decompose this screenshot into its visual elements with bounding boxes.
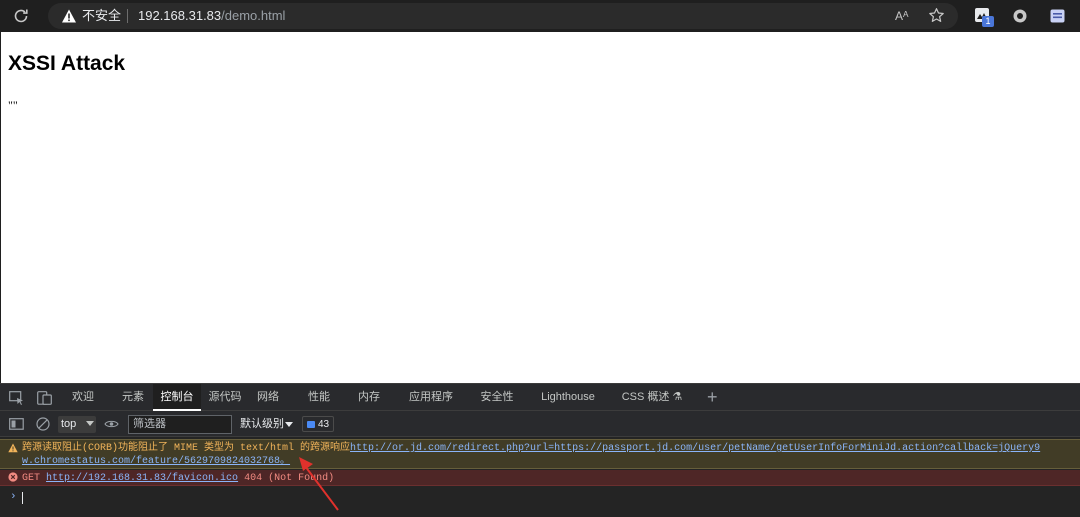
console-input-caret[interactable]	[22, 492, 23, 504]
error-circle-icon	[8, 472, 18, 482]
security-label[interactable]: 不安全	[82, 8, 121, 24]
read-aloud-icon[interactable]: Aᴬ	[895, 8, 908, 24]
clear-console-icon[interactable]	[36, 417, 50, 431]
console-prompt-icon: ›	[10, 491, 17, 503]
chevron-down-icon[interactable]	[285, 422, 293, 427]
warning-url-link[interactable]: http://or.jd.com/redirect.php?url=https:…	[350, 443, 1040, 454]
device-toolbar-icon[interactable]	[37, 391, 52, 405]
log-levels-dropdown[interactable]: 默认级别	[240, 417, 284, 432]
message-count: 43	[318, 419, 330, 430]
not-secure-warning-icon[interactable]	[61, 8, 77, 24]
tab-sources[interactable]: 源代码	[203, 384, 247, 411]
inspect-element-icon[interactable]	[9, 391, 24, 405]
message-icon	[307, 421, 315, 428]
error-method: GET	[22, 473, 41, 484]
devtools-tab-bar: 欢迎 元素 控制台 源代码 网络 性能 内存 应用程序 安全性 Lighthou…	[0, 384, 1080, 411]
warning-triangle-icon	[8, 443, 18, 453]
context-dropdown-arrow-icon[interactable]	[86, 421, 94, 426]
warning-line: 跨源读取阻止(CORB)功能阻止了 MIME 类型为 text/html 的跨源…	[22, 442, 1040, 455]
tab-console[interactable]: 控制台	[153, 384, 201, 411]
tab-application[interactable]: 应用程序	[402, 384, 460, 411]
browser-toolbar: 不安全 192.168.31.83/demo.html Aᴬ 1	[0, 0, 1080, 32]
url-host: 192.168.31.83	[138, 8, 222, 23]
extension-window-icon[interactable]	[1050, 9, 1065, 23]
extension-badge: 1	[982, 16, 994, 27]
reload-icon[interactable]	[12, 7, 30, 25]
live-expression-eye-icon[interactable]	[104, 419, 119, 429]
tab-elements[interactable]: 元素	[114, 384, 152, 411]
console-filter-input[interactable]: 筛选器	[128, 415, 232, 434]
console-warning-message: 跨源读取阻止(CORB)功能阻止了 MIME 类型为 text/html 的跨源…	[0, 439, 1080, 469]
console-error-message: GET http://192.168.31.83/favicon.ico 404…	[0, 470, 1080, 486]
chromestatus-link[interactable]: w.chromestatus.com/feature/5629709824032…	[22, 455, 290, 468]
extension-circle-icon[interactable]	[1012, 8, 1028, 24]
tab-network[interactable]: 网络	[250, 384, 286, 411]
url-path: /demo.html	[221, 8, 286, 23]
page-result-text: ""	[8, 98, 18, 112]
tab-lighthouse[interactable]: Lighthouse	[536, 384, 600, 411]
add-tab-plus-icon[interactable]: +	[707, 386, 718, 408]
tab-css-overview[interactable]: CSS 概述 ⚗	[616, 384, 688, 411]
warning-text: 跨源读取阻止(CORB)功能阻止了 MIME 类型为 text/html 的跨源…	[22, 443, 351, 454]
tab-memory[interactable]: 内存	[350, 384, 388, 411]
url-text[interactable]: 192.168.31.83/demo.html	[138, 8, 285, 24]
page-heading: XSSI Attack	[8, 52, 126, 75]
console-toolbar: top 筛选器 默认级别 43	[0, 411, 1080, 437]
sidebar-toggle-icon[interactable]	[9, 418, 24, 430]
tab-welcome[interactable]: 欢迎	[63, 384, 103, 411]
devtools-panel: 欢迎 元素 控制台 源代码 网络 性能 内存 应用程序 安全性 Lighthou…	[0, 383, 1080, 517]
error-status: 404 (Not Found)	[244, 473, 335, 484]
bookmark-star-icon[interactable]	[928, 7, 945, 24]
tab-security[interactable]: 安全性	[474, 384, 520, 411]
address-separator	[127, 9, 128, 23]
message-count-badge[interactable]: 43	[302, 416, 334, 432]
favicon-url-link[interactable]: http://192.168.31.83/favicon.ico	[46, 473, 238, 484]
page-viewport: XSSI Attack ""	[1, 32, 1080, 383]
tab-performance[interactable]: 性能	[300, 384, 338, 411]
error-line: GET http://192.168.31.83/favicon.ico 404…	[22, 472, 334, 485]
